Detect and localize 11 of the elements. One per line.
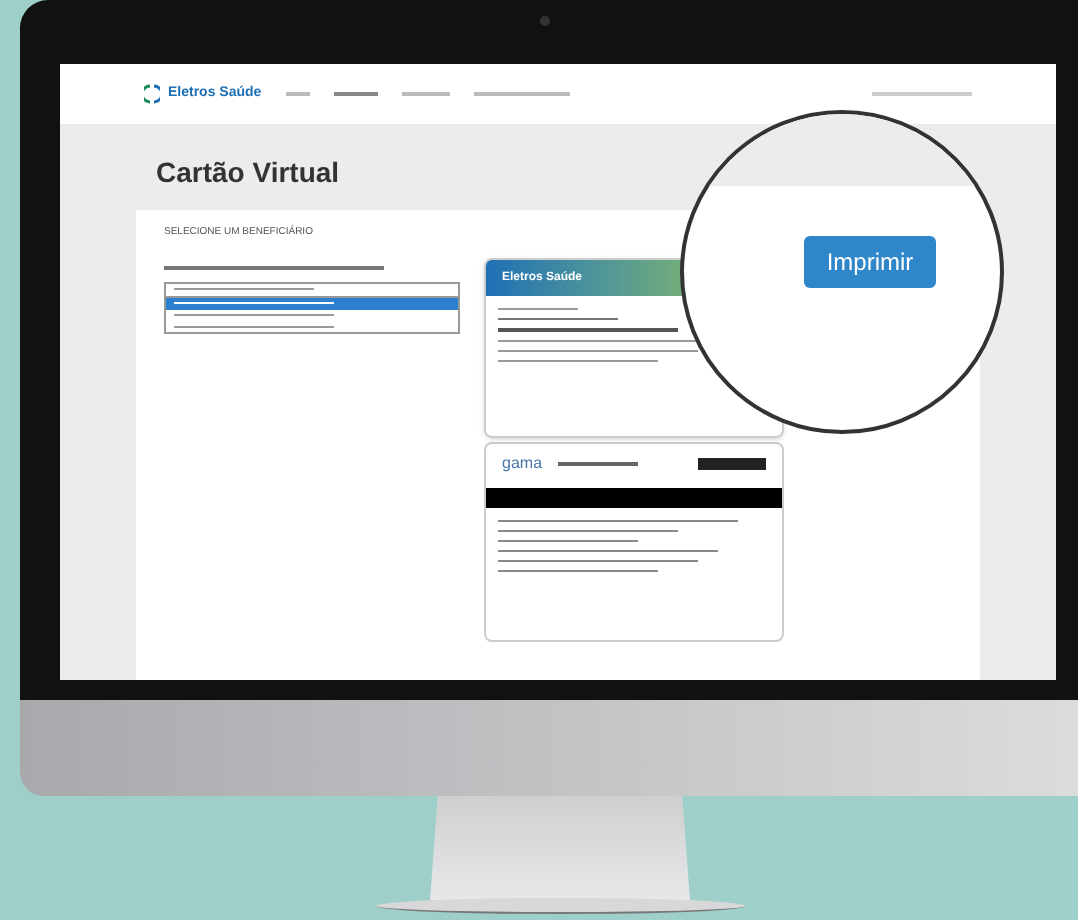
nav-link-drawing xyxy=(333,92,378,96)
card-code-drawing xyxy=(698,458,766,470)
beneficiary-select[interactable] xyxy=(164,281,460,297)
nav-link-drawing xyxy=(401,92,450,96)
nav-link-drawing xyxy=(285,92,310,96)
nav-link-drawing xyxy=(473,92,570,96)
camera-icon xyxy=(540,16,550,26)
card-brand-text: gama xyxy=(502,452,543,476)
logo-icon xyxy=(144,84,160,104)
print-button[interactable]: Imprimir xyxy=(804,236,936,288)
page-title: Cartão Virtual xyxy=(156,154,342,192)
